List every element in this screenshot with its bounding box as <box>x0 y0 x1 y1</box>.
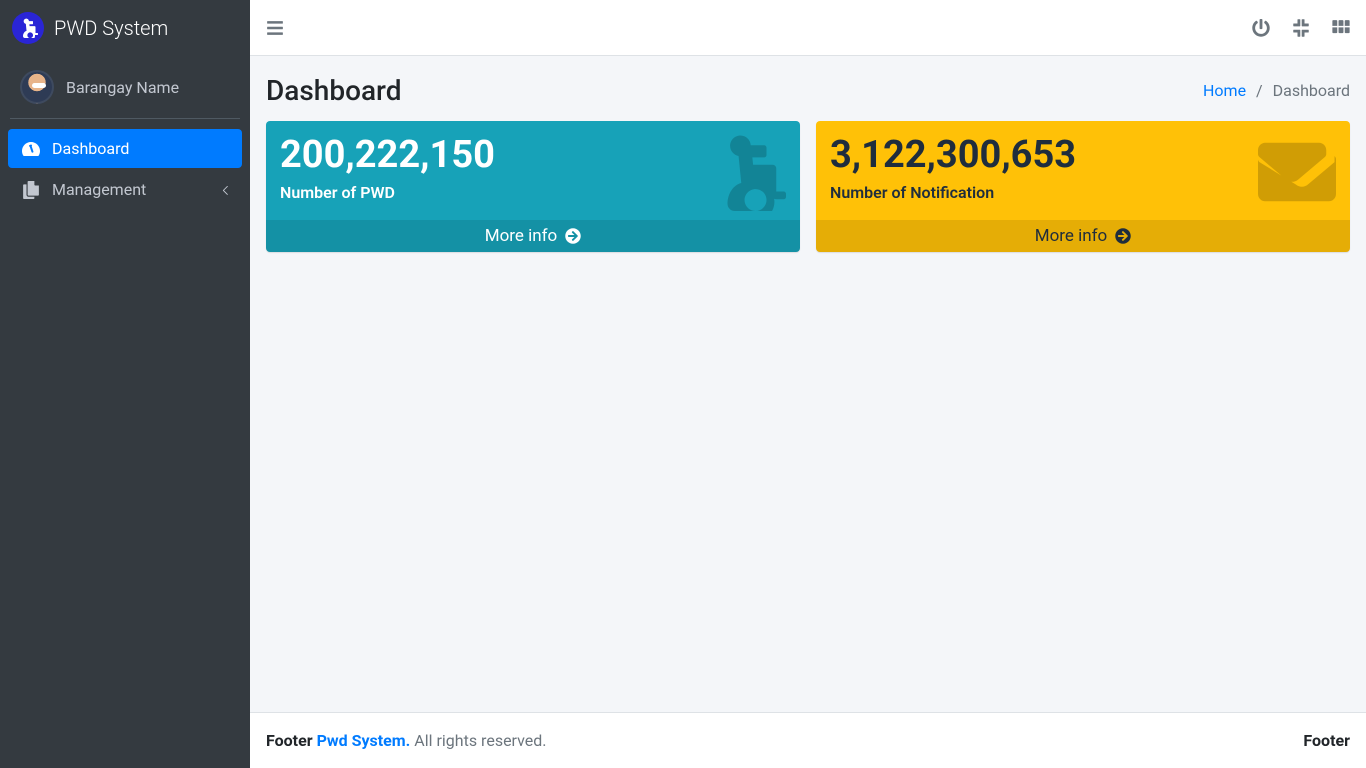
brand-text: PWD System <box>54 16 168 40</box>
card-more-info[interactable]: More info <box>266 220 800 252</box>
footer-prefix: Footer <box>266 731 317 750</box>
envelope-icon <box>1258 133 1336 215</box>
content: Dashboard Home / Dashboard 200,222,150 N… <box>250 56 1366 712</box>
footer-right-text: Footer <box>1303 731 1350 750</box>
sidebar-item-management[interactable]: Management <box>8 170 242 209</box>
card-pwd: 200,222,150 Number of PWD More info <box>266 121 800 252</box>
sidebar-item-label: Management <box>52 180 146 199</box>
footer-right: Footer <box>1303 731 1350 750</box>
arrow-circle-right-icon <box>565 228 581 244</box>
sidebar-item-label: Dashboard <box>52 139 129 158</box>
chevron-left-icon <box>220 180 230 199</box>
compress-icon[interactable] <box>1292 19 1310 37</box>
grid-icon[interactable] <box>1332 19 1350 37</box>
card-more-info[interactable]: More info <box>816 220 1350 252</box>
sidebar: PWD System Barangay Name Dashboard Manag… <box>0 0 250 768</box>
breadcrumb-current: Dashboard <box>1273 81 1350 100</box>
brand-logo <box>12 12 44 44</box>
user-name: Barangay Name <box>66 78 179 97</box>
user-panel[interactable]: Barangay Name <box>10 56 240 119</box>
card-notification: 3,122,300,653 Number of Notification Mor… <box>816 121 1350 252</box>
footer-suffix: All rights reserved. <box>414 731 546 750</box>
arrow-circle-right-icon <box>1115 228 1131 244</box>
menu-toggle-icon[interactable] <box>266 19 284 37</box>
breadcrumb-separator: / <box>1250 81 1269 100</box>
wheelchair-icon <box>708 133 786 215</box>
more-info-label: More info <box>485 226 558 246</box>
brand[interactable]: PWD System <box>0 0 250 56</box>
avatar <box>20 70 54 104</box>
topbar <box>250 0 1366 56</box>
more-info-label: More info <box>1035 226 1108 246</box>
copy-icon <box>20 181 42 199</box>
footer-brand-link[interactable]: Pwd System. <box>317 731 411 750</box>
cards-row: 200,222,150 Number of PWD More info 3,12… <box>250 121 1366 252</box>
page-title: Dashboard <box>266 74 401 107</box>
sidebar-item-dashboard[interactable]: Dashboard <box>8 129 242 168</box>
footer: Footer Pwd System. All rights reserved. … <box>250 712 1366 768</box>
power-icon[interactable] <box>1252 19 1270 37</box>
breadcrumb: Home / Dashboard <box>1203 81 1350 100</box>
footer-left: Footer Pwd System. All rights reserved. <box>266 731 547 750</box>
sidebar-nav: Dashboard Management <box>0 119 250 221</box>
wheelchair-icon <box>18 18 38 38</box>
breadcrumb-home[interactable]: Home <box>1203 81 1246 100</box>
content-header: Dashboard Home / Dashboard <box>250 56 1366 121</box>
tachometer-icon <box>20 140 42 158</box>
